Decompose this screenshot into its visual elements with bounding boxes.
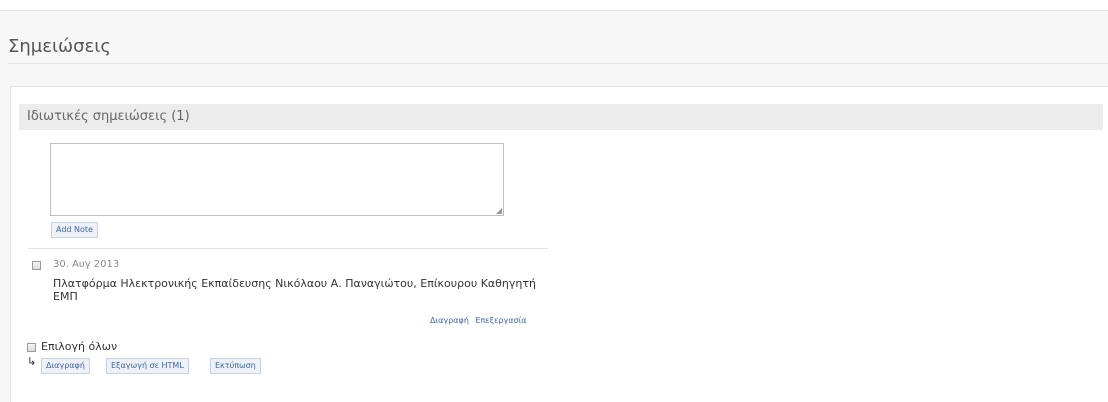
- select-all-checkbox[interactable]: [27, 343, 36, 352]
- notes-panel: [10, 86, 1108, 402]
- section-title: Ιδιωτικές σημειώσεις (1): [27, 109, 190, 124]
- bulk-delete-button[interactable]: Διαγραφή: [41, 358, 90, 374]
- note-text: Πλατφόρμα Ηλεκτρονικής Εκπαίδευσης Νικόλ…: [53, 277, 536, 303]
- editor-divider: [28, 248, 548, 249]
- page-title: Σημειώσεις: [8, 36, 111, 57]
- note-edit-link[interactable]: Επεξεργασία: [475, 316, 526, 325]
- select-all-label[interactable]: Επιλογή όλων: [41, 340, 117, 353]
- resize-grip-icon[interactable]: ◢: [496, 207, 504, 215]
- export-html-button[interactable]: Εξαγωγή σε HTML: [106, 358, 189, 374]
- note-date: 30. Αυγ 2013: [53, 259, 120, 270]
- top-strip: [0, 0, 1108, 11]
- note-checkbox[interactable]: [32, 261, 41, 270]
- note-delete-link[interactable]: Διαγραφή: [430, 316, 469, 325]
- corner-arrow-icon: ↳: [27, 355, 37, 368]
- note-actions: Διαγραφή Επεξεργασία: [426, 316, 527, 325]
- title-divider: [8, 63, 1108, 64]
- print-button[interactable]: Εκτύπωση: [210, 358, 261, 374]
- note-textarea[interactable]: [50, 143, 504, 216]
- add-note-button[interactable]: Add Note: [51, 222, 98, 238]
- section-header: Ιδιωτικές σημειώσεις (1): [19, 104, 1103, 130]
